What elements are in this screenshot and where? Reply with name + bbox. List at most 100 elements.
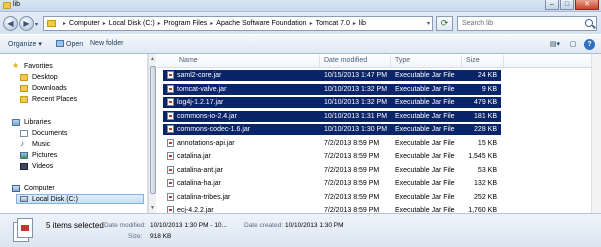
refresh-button[interactable]: ⟳ — [436, 16, 453, 31]
chevron-right-icon[interactable]: ▸ — [63, 20, 66, 27]
chevron-right-icon[interactable]: ▸ — [353, 20, 356, 27]
nav-item-label: Desktop — [32, 73, 58, 81]
nav-item-local-disk[interactable]: Local Disk (C:) — [16, 194, 144, 204]
close-button[interactable]: ✕ — [575, 0, 599, 10]
file-date-modified: 7/2/2013 8:59 PM — [324, 139, 380, 147]
nav-item-downloads[interactable]: Downloads — [20, 83, 67, 93]
file-name: saml2-core.jar — [177, 72, 222, 79]
column-header-size[interactable]: Size — [466, 57, 480, 64]
file-size: 15 KB — [477, 139, 497, 147]
nav-favorites-label: Favorites — [24, 62, 53, 70]
file-row[interactable]: catalina-ha.jar 7/2/2013 8:59 PM Executabl… — [163, 178, 501, 189]
file-row[interactable]: commons-codec-1.6.jar 10/10/2013 1:30 PM E… — [163, 124, 501, 135]
file-size: 181 KB — [474, 112, 497, 120]
file-row[interactable]: catalina-tribes.jar 7/2/2013 8:59 PM Execu… — [163, 192, 501, 203]
search-placeholder: Search lib — [462, 20, 494, 27]
multiple-files-icon — [13, 218, 35, 242]
jar-file-icon — [167, 71, 174, 79]
file-type: Executable Jar File — [395, 72, 455, 79]
column-header-name[interactable]: Name — [179, 57, 198, 64]
breadcrumb-lib[interactable]: lib — [359, 20, 366, 27]
scroll-up-icon[interactable]: ▲ — [150, 56, 155, 62]
address-bar[interactable]: ▸ Computer ▸ Local Disk (C:) ▸ Program F… — [43, 16, 433, 31]
nav-scrollbar[interactable]: ▲ ▼ — [148, 54, 156, 213]
file-row[interactable]: tomcat-valve.jar 10/10/2013 1:32 PM Execut… — [163, 83, 501, 95]
file-date-modified: 7/2/2013 8:59 PM — [324, 193, 380, 201]
jar-file-icon — [167, 152, 174, 160]
jar-file-icon — [167, 84, 174, 93]
nav-scroll-thumb[interactable] — [150, 66, 156, 194]
minimize-button[interactable]: – — [545, 0, 559, 10]
search-input[interactable]: Search lib — [457, 16, 597, 31]
nav-item-documents[interactable]: Documents — [20, 128, 67, 138]
column-divider[interactable] — [461, 55, 462, 67]
breadcrumb-program-files[interactable]: Program Files — [164, 20, 208, 27]
breadcrumb-computer[interactable]: Computer — [69, 20, 100, 27]
column-divider[interactable] — [319, 55, 320, 67]
column-divider[interactable] — [390, 55, 391, 67]
file-row[interactable]: annotations-api.jar 7/2/2013 8:59 PM Execu… — [163, 138, 501, 149]
nav-item-desktop[interactable]: Desktop — [20, 72, 58, 82]
column-header-type[interactable]: Type — [395, 57, 410, 64]
breadcrumb-tomcat[interactable]: Tomcat 7.0 — [316, 20, 350, 27]
jar-file-icon — [17, 218, 33, 238]
command-bar: Organize ▾ Open New folder ▤▾ ▢ ? — [0, 34, 601, 54]
nav-item-pictures[interactable]: Pictures — [20, 150, 57, 160]
chevron-right-icon[interactable]: ▸ — [210, 20, 213, 27]
documents-icon — [20, 129, 28, 137]
jar-file-icon — [167, 179, 174, 187]
open-button[interactable]: Open — [56, 40, 83, 48]
file-row[interactable]: catalina-ant.jar 7/2/2013 8:59 PM Executab… — [163, 165, 501, 176]
file-row[interactable]: log4j-1.2.17.jar 10/10/2013 1:32 PM Execut… — [163, 97, 501, 108]
column-header-date[interactable]: Date modified — [324, 57, 367, 64]
file-list-scrollbar[interactable] — [591, 54, 601, 213]
nav-computer[interactable]: Computer — [12, 183, 55, 193]
file-row[interactable]: ecj-4.2.2.jar 7/2/2013 8:59 PM Executable … — [163, 205, 501, 213]
nav-favorites[interactable]: ★ Favorites — [12, 61, 53, 71]
file-row[interactable]: commons-io-2.4.jar 10/10/2013 1:31 PM Exec… — [163, 110, 501, 122]
file-date-modified: 10/15/2013 1:47 PM — [324, 72, 388, 79]
window-title: lib — [13, 1, 21, 8]
nav-item-music[interactable]: ♪ Music — [20, 139, 50, 149]
file-row[interactable]: saml2-core.jar 10/15/2013 1:47 PM Executab… — [163, 70, 501, 81]
breadcrumb-apache[interactable]: Apache Software Foundation — [216, 20, 306, 27]
file-name: log4j-1.2.17.jar — [177, 99, 224, 106]
chevron-right-icon[interactable]: ▸ — [103, 20, 106, 27]
file-type: Executable Jar File — [395, 112, 455, 120]
address-dropdown-icon[interactable]: ▾ — [427, 20, 430, 27]
preview-pane-icon[interactable]: ▢ — [566, 39, 580, 51]
nav-item-label: Downloads — [32, 84, 67, 92]
file-row[interactable]: catalina.jar 7/2/2013 8:59 PM Executable J… — [163, 151, 501, 162]
computer-icon — [12, 184, 20, 192]
back-button[interactable]: ◀ — [3, 16, 18, 31]
scroll-down-icon[interactable]: ▼ — [150, 205, 155, 211]
file-size: 479 KB — [474, 99, 497, 106]
nav-libraries[interactable]: Libraries — [12, 117, 51, 127]
file-size: 228 KB — [474, 126, 497, 133]
hard-disk-icon — [20, 196, 28, 202]
chevron-right-icon[interactable]: ▸ — [310, 20, 313, 27]
change-view-icon[interactable]: ▤▾ — [548, 39, 562, 51]
column-divider[interactable] — [503, 55, 504, 67]
organize-button[interactable]: Organize ▾ — [8, 40, 42, 48]
new-folder-button[interactable]: New folder — [90, 40, 123, 47]
file-size: 9 KB — [481, 85, 497, 93]
help-icon[interactable]: ? — [584, 39, 595, 50]
file-type: Executable Jar File — [395, 193, 455, 201]
jar-file-icon — [167, 138, 174, 147]
forward-button[interactable]: ▶ — [19, 16, 34, 31]
recent-pages-dropdown-icon[interactable]: ▾ — [35, 21, 38, 28]
nav-item-videos[interactable]: Videos — [20, 161, 53, 171]
selection-count: 5 items selected — [46, 221, 104, 230]
music-icon: ♪ — [20, 139, 24, 148]
jar-file-icon — [167, 192, 174, 201]
window-controls: – □ ✕ — [544, 0, 599, 10]
folder-icon — [47, 20, 56, 27]
nav-item-label: Documents — [32, 129, 68, 137]
maximize-button[interactable]: □ — [560, 0, 574, 10]
open-label: Open — [66, 41, 84, 48]
breadcrumb-local-disk[interactable]: Local Disk (C:) — [109, 20, 155, 27]
chevron-right-icon[interactable]: ▸ — [158, 20, 161, 27]
nav-item-recent-places[interactable]: Recent Places — [20, 94, 77, 104]
jar-file-icon — [167, 206, 174, 213]
